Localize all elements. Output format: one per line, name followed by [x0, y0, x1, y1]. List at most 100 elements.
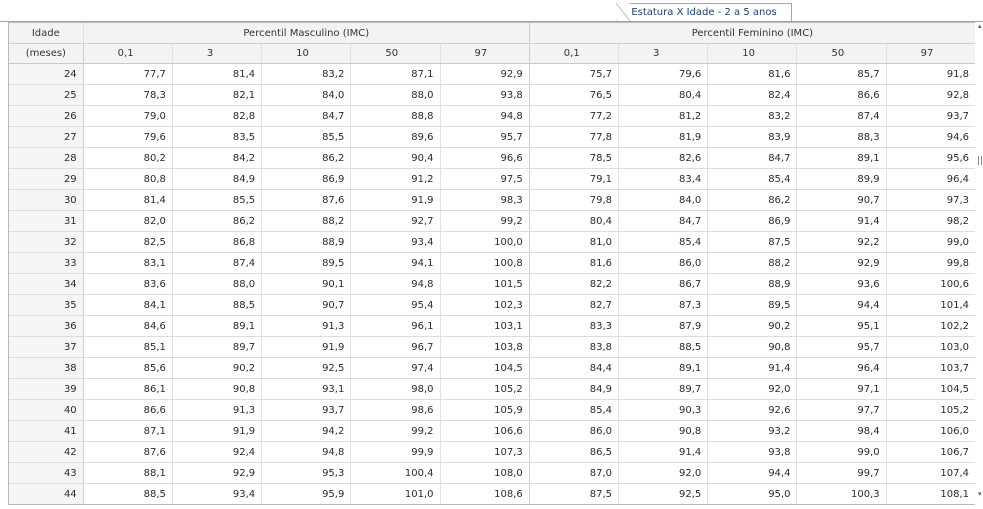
table-row[interactable]: 35 84,1 88,5 90,7 95,4 102,3 82,7 87,3 89,5 94,4 1…	[9, 294, 975, 316]
male-value-cell[interactable]: 85,5	[261, 126, 352, 148]
female-value-cell[interactable]: 91,4	[796, 210, 887, 232]
male-value-cell[interactable]: 81,4	[172, 63, 263, 85]
table-row[interactable]: 32 82,5 86,8 88,9 93,4 100,0 81,0 85,4 87,5 92,2 9…	[9, 231, 975, 253]
female-value-cell[interactable]: 92,0	[618, 462, 709, 484]
male-value-cell[interactable]: 95,3	[261, 462, 352, 484]
age-cell[interactable]: 39	[9, 378, 84, 400]
female-value-cell[interactable]: 99,7	[796, 462, 887, 484]
female-value-cell[interactable]: 93,6	[796, 273, 887, 295]
header-male-p1[interactable]: 3	[172, 43, 263, 64]
female-value-cell[interactable]: 79,1	[529, 168, 620, 190]
male-value-cell[interactable]: 108,6	[440, 483, 530, 504]
female-value-cell[interactable]: 92,8	[886, 84, 975, 106]
vertical-scrollbar[interactable]	[976, 22, 983, 505]
age-cell[interactable]: 29	[9, 168, 84, 190]
male-value-cell[interactable]: 94,8	[440, 105, 530, 127]
male-value-cell[interactable]: 92,5	[261, 357, 352, 379]
male-value-cell[interactable]: 94,8	[350, 273, 441, 295]
female-value-cell[interactable]: 85,4	[618, 231, 709, 253]
male-value-cell[interactable]: 90,7	[261, 294, 352, 316]
table-row[interactable]: 31 82,0 86,2 88,2 92,7 99,2 80,4 84,7 86,9 91,4 98…	[9, 210, 975, 232]
male-value-cell[interactable]: 88,0	[172, 273, 263, 295]
female-value-cell[interactable]: 94,4	[707, 462, 798, 484]
male-value-cell[interactable]: 90,8	[172, 378, 263, 400]
male-value-cell[interactable]: 98,3	[440, 189, 530, 211]
female-value-cell[interactable]: 107,4	[886, 462, 975, 484]
male-value-cell[interactable]: 84,1	[83, 294, 173, 316]
header-male-group[interactable]: Percentil Masculino (IMC)	[83, 23, 530, 44]
female-value-cell[interactable]: 91,4	[707, 357, 798, 379]
female-value-cell[interactable]: 86,2	[707, 189, 798, 211]
female-value-cell[interactable]: 100,6	[886, 273, 975, 295]
male-value-cell[interactable]: 87,1	[83, 420, 173, 442]
female-value-cell[interactable]: 85,4	[707, 168, 798, 190]
male-value-cell[interactable]: 99,2	[440, 210, 530, 232]
female-value-cell[interactable]: 94,6	[886, 126, 975, 148]
male-value-cell[interactable]: 90,2	[172, 357, 263, 379]
male-value-cell[interactable]: 96,7	[350, 336, 441, 358]
female-value-cell[interactable]: 82,6	[618, 147, 709, 169]
female-value-cell[interactable]: 76,5	[529, 84, 620, 106]
female-value-cell[interactable]: 82,7	[529, 294, 620, 316]
male-value-cell[interactable]: 99,9	[350, 441, 441, 463]
female-value-cell[interactable]: 86,7	[618, 273, 709, 295]
female-value-cell[interactable]: 83,9	[707, 126, 798, 148]
male-value-cell[interactable]: 89,5	[261, 252, 352, 274]
female-value-cell[interactable]: 79,8	[529, 189, 620, 211]
male-value-cell[interactable]: 84,0	[261, 84, 352, 106]
female-value-cell[interactable]: 81,9	[618, 126, 709, 148]
table-row[interactable]: 29 80,8 84,9 86,9 91,2 97,5 79,1 83,4 85,4 89,9 96…	[9, 168, 975, 190]
female-value-cell[interactable]: 93,7	[886, 105, 975, 127]
male-value-cell[interactable]: 88,1	[83, 462, 173, 484]
age-cell[interactable]: 44	[9, 483, 84, 504]
female-value-cell[interactable]: 81,2	[618, 105, 709, 127]
male-value-cell[interactable]: 94,1	[350, 252, 441, 274]
table-row[interactable]: 38 85,6 90,2 92,5 97,4 104,5 84,4 89,1 91,4 96,4 1…	[9, 357, 975, 379]
female-value-cell[interactable]: 82,4	[707, 84, 798, 106]
table-row[interactable]: 24 77,7 81,4 83,2 87,1 92,9 75,7 79,6 81,6 85,7 91…	[9, 63, 975, 85]
header-male-p4[interactable]: 97	[440, 43, 530, 64]
female-value-cell[interactable]: 83,8	[529, 336, 620, 358]
male-value-cell[interactable]: 89,6	[350, 126, 441, 148]
female-value-cell[interactable]: 81,6	[707, 63, 798, 85]
female-value-cell[interactable]: 85,7	[796, 63, 887, 85]
male-value-cell[interactable]: 91,9	[350, 189, 441, 211]
male-value-cell[interactable]: 87,1	[350, 63, 441, 85]
female-value-cell[interactable]: 89,1	[796, 147, 887, 169]
table-row[interactable]: 34 83,6 88,0 90,1 94,8 101,5 82,2 86,7 88,9 93,6 1…	[9, 273, 975, 295]
male-value-cell[interactable]: 80,2	[83, 147, 173, 169]
female-value-cell[interactable]: 95,0	[707, 483, 798, 504]
female-value-cell[interactable]: 80,4	[618, 84, 709, 106]
male-value-cell[interactable]: 82,5	[83, 231, 173, 253]
female-value-cell[interactable]: 80,4	[529, 210, 620, 232]
female-value-cell[interactable]: 98,2	[886, 210, 975, 232]
header-female-p4[interactable]: 97	[886, 43, 975, 64]
male-value-cell[interactable]: 84,9	[172, 168, 263, 190]
male-value-cell[interactable]: 90,1	[261, 273, 352, 295]
male-value-cell[interactable]: 103,1	[440, 315, 530, 337]
age-cell[interactable]: 31	[9, 210, 84, 232]
male-value-cell[interactable]: 91,9	[261, 336, 352, 358]
male-value-cell[interactable]: 94,8	[261, 441, 352, 463]
male-value-cell[interactable]: 102,3	[440, 294, 530, 316]
male-value-cell[interactable]: 91,3	[172, 399, 263, 421]
male-value-cell[interactable]: 81,4	[83, 189, 173, 211]
table-row[interactable]: 41 87,1 91,9 94,2 99,2 106,6 86,0 90,8 93,2 98,4 1…	[9, 420, 975, 442]
female-value-cell[interactable]: 93,2	[707, 420, 798, 442]
table-row[interactable]: 30 81,4 85,5 87,6 91,9 98,3 79,8 84,0 86,2 90,7 97…	[9, 189, 975, 211]
header-female-p0[interactable]: 0,1	[529, 43, 620, 64]
female-value-cell[interactable]: 86,0	[529, 420, 620, 442]
male-value-cell[interactable]: 90,4	[350, 147, 441, 169]
age-cell[interactable]: 40	[9, 399, 84, 421]
female-value-cell[interactable]: 77,8	[529, 126, 620, 148]
male-value-cell[interactable]: 96,6	[440, 147, 530, 169]
female-value-cell[interactable]: 90,8	[618, 420, 709, 442]
male-value-cell[interactable]: 87,6	[261, 189, 352, 211]
male-value-cell[interactable]: 93,7	[261, 399, 352, 421]
age-cell[interactable]: 30	[9, 189, 84, 211]
male-value-cell[interactable]: 82,8	[172, 105, 263, 127]
male-value-cell[interactable]: 88,8	[350, 105, 441, 127]
table-row[interactable]: 33 83,1 87,4 89,5 94,1 100,8 81,6 86,0 88,2 92,9 9…	[9, 252, 975, 274]
age-cell[interactable]: 26	[9, 105, 84, 127]
female-value-cell[interactable]: 88,2	[707, 252, 798, 274]
